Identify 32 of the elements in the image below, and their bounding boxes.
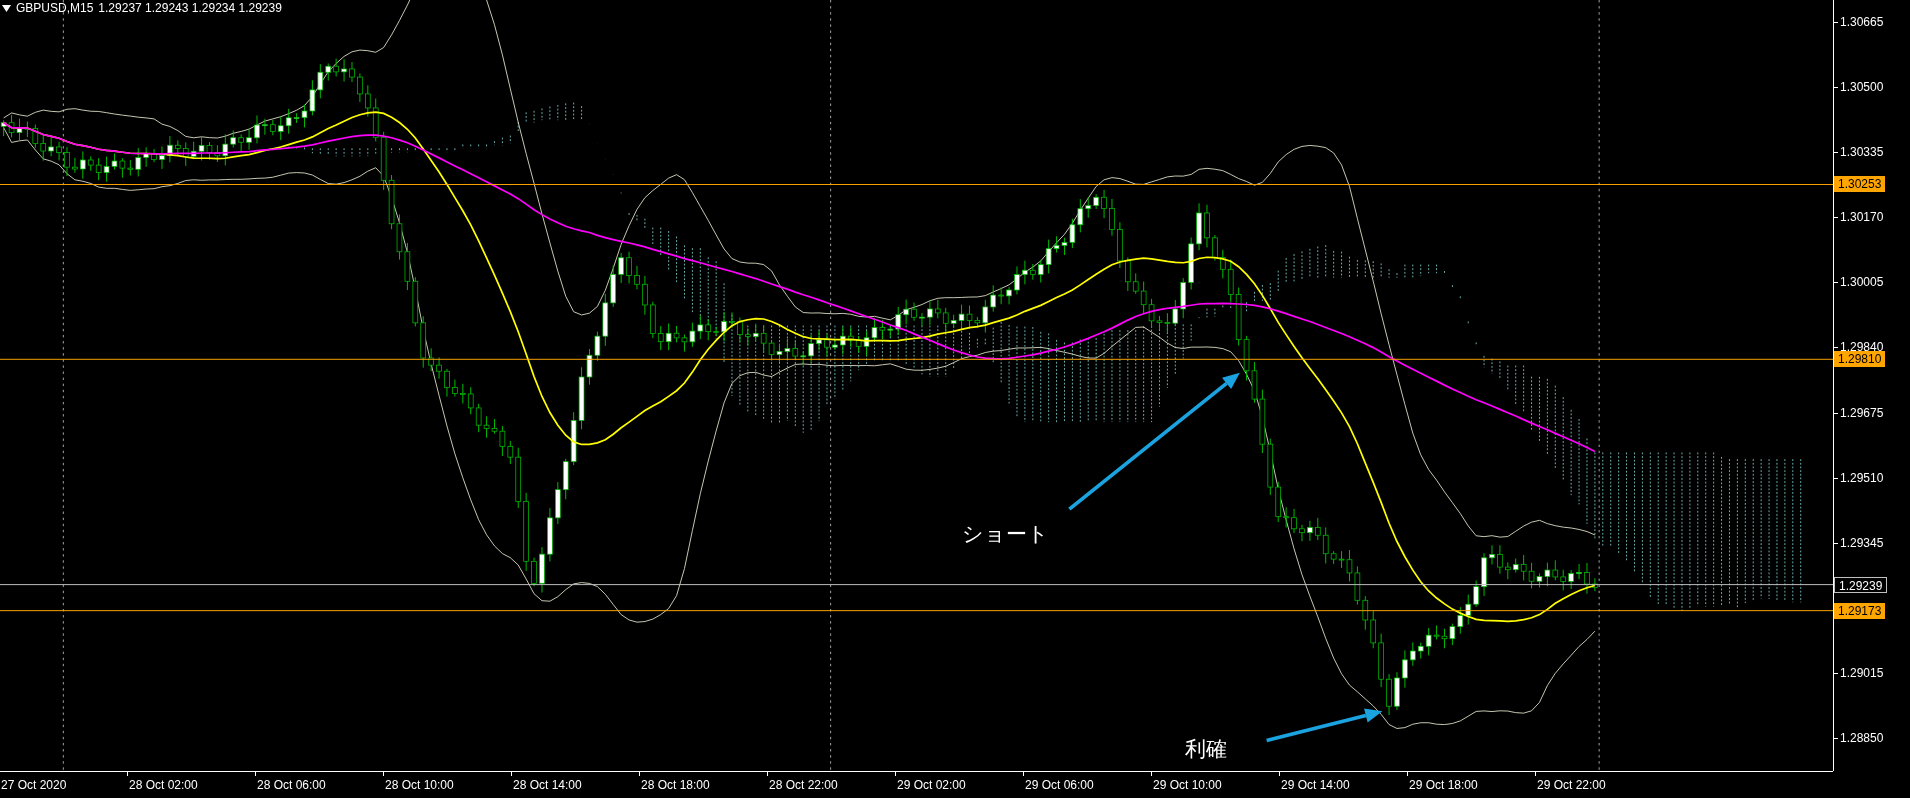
price-tag: 1.29810 — [1834, 351, 1886, 368]
price-axis-label: 1.30005 — [1840, 275, 1884, 290]
price-tag: 1.29173 — [1834, 602, 1886, 619]
time-axis-label: 28 Oct 22:00 — [769, 778, 838, 792]
price-axis-label: 1.29015 — [1840, 666, 1884, 680]
annotation-label: ショート — [962, 521, 1050, 546]
symbol-label: GBPUSD,M15 — [16, 1, 94, 15]
time-axis-label: 28 Oct 10:00 — [385, 778, 454, 792]
price-axis-label: 1.29510 — [1840, 470, 1884, 485]
time-axis-label: 28 Oct 18:00 — [641, 778, 710, 792]
price-axis-label: 1.29675 — [1840, 405, 1884, 420]
dropdown-triangle-icon[interactable] — [2, 4, 11, 12]
price-tag: 1.30253 — [1834, 176, 1886, 193]
price-axis-label: 1.30335 — [1840, 145, 1884, 160]
annotation-label: 利確 — [1185, 737, 1228, 762]
time-axis-label: 29 Oct 18:00 — [1409, 778, 1478, 792]
time-axis-label: 29 Oct 06:00 — [1025, 778, 1094, 792]
time-axis-label: 29 Oct 02:00 — [897, 778, 966, 792]
time-axis-label: 27 Oct 2020 — [1, 778, 67, 792]
time-axis-label: 28 Oct 06:00 — [257, 778, 326, 792]
price-axis-label: 1.28850 — [1840, 731, 1884, 746]
time-axis-label: 29 Oct 10:00 — [1153, 778, 1222, 792]
time-axis-label: 29 Oct 22:00 — [1537, 778, 1606, 792]
time-axis-label: 28 Oct 02:00 — [129, 778, 198, 792]
time-axis-label: 28 Oct 14:00 — [513, 778, 582, 792]
price-axis-label: 1.30170 — [1840, 210, 1884, 225]
price-axis-label: 1.29345 — [1840, 535, 1884, 550]
quote-values: 1.29237 1.29243 1.29234 1.29239 — [98, 1, 282, 15]
time-axis-label: 29 Oct 14:00 — [1281, 778, 1350, 792]
price-tag: 1.29239 — [1834, 576, 1888, 593]
price-axis-label: 1.30665 — [1840, 14, 1884, 29]
price-axis-label: 1.30500 — [1840, 80, 1884, 95]
